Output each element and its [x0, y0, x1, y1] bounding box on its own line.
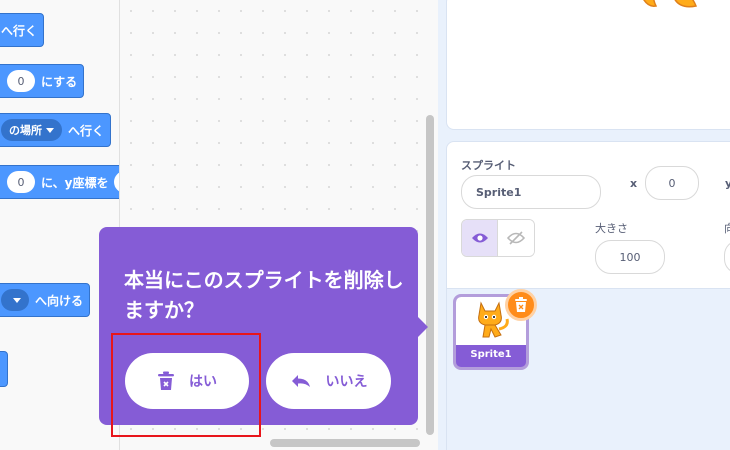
x-label: x	[630, 177, 638, 190]
block-text: へ向ける	[35, 293, 84, 308]
goto-block[interactable]: へ行く	[0, 13, 45, 47]
stage[interactable]	[446, 0, 730, 130]
chevron-down-icon	[46, 127, 54, 133]
horizontal-scrollbar[interactable]	[270, 439, 420, 447]
size-value: 100	[619, 250, 641, 264]
chevron-down-icon	[13, 297, 21, 303]
block-text: に、y座標を	[41, 175, 109, 190]
cat-sprite-icon	[643, 0, 698, 8]
popup-arrow	[418, 317, 428, 337]
vertical-scrollbar[interactable]	[426, 115, 434, 435]
sprite-delete-button[interactable]	[505, 289, 537, 321]
block-dropdown[interactable]	[1, 289, 29, 311]
block-dropdown-text: の場所	[9, 124, 42, 137]
no-button-label: いいえ	[325, 374, 368, 390]
goto-xy-block[interactable]: 0 に、y座標を 0	[0, 165, 119, 199]
size-input[interactable]: 100	[595, 240, 665, 274]
y-label: y	[725, 177, 730, 190]
size-label: 大きさ	[595, 222, 628, 235]
popup-message: 本当にこのスプライトを削除しますか？	[124, 268, 404, 322]
sprite-label: スプライト	[461, 159, 516, 172]
show-button[interactable]	[462, 220, 499, 256]
no-button[interactable]: いいえ	[266, 353, 391, 409]
point-towards-block[interactable]: へ向ける	[0, 283, 91, 317]
block-value-input[interactable]: 0	[7, 171, 35, 193]
sprite-name-value: Sprite1	[476, 185, 522, 199]
sprite-name-input[interactable]: Sprite1	[461, 175, 601, 209]
goto-location-block[interactable]: の場所 へ行く	[0, 113, 112, 147]
direction-label: 向	[724, 222, 730, 235]
block-text: にする	[41, 74, 78, 89]
eye-slash-icon	[507, 231, 525, 245]
block-dropdown[interactable]: の場所	[1, 119, 62, 141]
sprite-tile-name: Sprite1	[470, 349, 512, 360]
partial-block[interactable]	[0, 351, 8, 387]
highlight-box	[111, 333, 261, 437]
undo-icon	[291, 375, 310, 387]
block-value-input[interactable]: 0	[7, 70, 35, 92]
trash-icon	[515, 297, 527, 312]
x-value: 0	[668, 176, 676, 190]
block-text: へ行く	[68, 123, 105, 138]
set-block[interactable]: 0 にする	[0, 64, 85, 98]
block-text: へ行く	[1, 23, 38, 38]
eye-icon	[471, 233, 488, 243]
hide-button[interactable]	[498, 220, 534, 256]
x-input[interactable]: 0	[645, 166, 699, 200]
visibility-toggle	[461, 219, 535, 257]
